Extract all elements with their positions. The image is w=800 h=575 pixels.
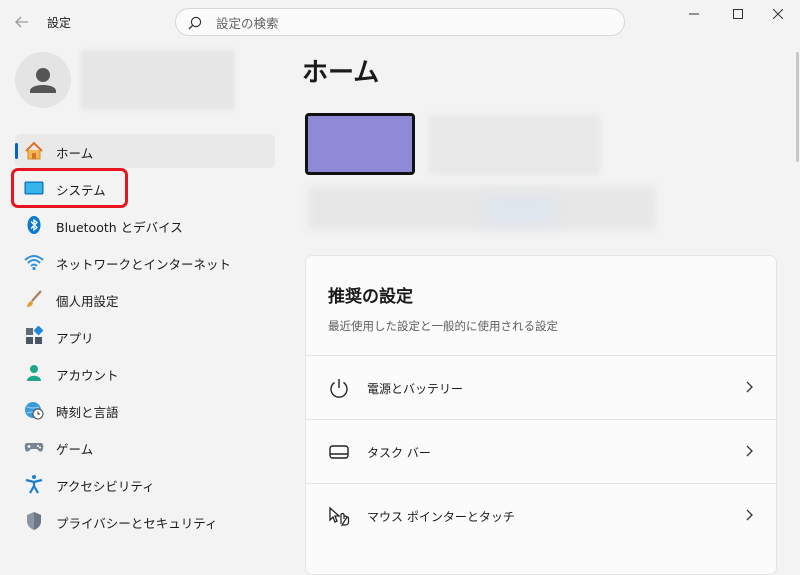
setting-row-mouse-pointer[interactable]: マウス ポインターとタッチ [306,483,776,547]
sidebar-item-label: ネットワークとインターネット [56,257,232,272]
power-icon [330,379,348,398]
device-link-redacted [485,196,555,224]
sidebar-item-time-language[interactable]: 時刻と言語 [15,393,275,427]
sidebar-item-label: 個人用設定 [56,294,119,309]
setting-row-power[interactable]: 電源とバッテリー [306,355,776,419]
back-button[interactable] [11,12,33,32]
close-icon [773,9,783,19]
sidebar-item-label: アプリ [56,331,94,346]
account-icon [27,365,41,381]
globe-clock-icon [25,402,44,420]
setting-row-label: 電源とバッテリー [367,382,464,396]
gamepad-icon [24,443,44,452]
sidebar-item-home[interactable]: ホーム [15,134,275,168]
recommended-settings-card: 推奨の設定 最近使用した設定と一般的に使用される設定 電源とバッテリー タスク … [305,255,777,575]
brush-icon [27,290,42,307]
home-icon [25,141,43,160]
device-details-redacted [308,186,655,230]
sidebar-item-label: ゲーム [56,442,94,457]
maximize-icon [733,9,743,19]
sidebar-item-label: ホーム [56,146,94,161]
sidebar-item-accounts[interactable]: アカウント [15,356,275,390]
highlight-annotation [11,168,128,208]
sidebar-item-gaming[interactable]: ゲーム [15,430,275,464]
search-box[interactable] [175,8,625,36]
chevron-right-icon [746,509,753,521]
device-info-redacted [428,115,600,175]
pointer-touch-icon [329,506,350,526]
title-bar: 設定 [0,0,800,44]
sidebar-item-label: Bluetooth とデバイス [56,220,183,235]
shield-icon [27,512,41,530]
apps-icon [26,326,44,344]
person-icon [30,68,56,93]
maximize-button[interactable] [716,4,760,24]
sidebar-item-personalization[interactable]: 個人用設定 [15,282,275,316]
taskbar-icon [329,445,349,459]
scrollbar[interactable] [796,52,799,162]
sidebar-item-bluetooth[interactable]: Bluetooth とデバイス [15,208,275,242]
sidebar-item-privacy[interactable]: プライバシーとセキュリティ [15,504,275,538]
page-title: ホーム [302,58,380,88]
setting-row-taskbar[interactable]: タスク バー [306,419,776,483]
sidebar-item-label: アクセシビリティ [56,479,155,494]
device-image [305,113,415,175]
wifi-icon [24,255,44,271]
minimize-button[interactable] [672,4,716,24]
avatar[interactable] [15,52,71,108]
chevron-right-icon [746,445,753,457]
chevron-right-icon [746,381,753,393]
minimize-icon [689,13,699,15]
active-indicator [15,143,18,159]
card-subtitle: 最近使用した設定と一般的に使用される設定 [328,319,558,333]
sidebar-item-label: 時刻と言語 [56,405,119,420]
profile-info-redacted [80,50,235,110]
setting-row-label: タスク バー [367,446,431,460]
close-button[interactable] [756,4,800,24]
sidebar-item-accessibility[interactable]: アクセシビリティ [15,467,275,501]
bluetooth-icon [27,216,41,234]
app-title: 設定 [47,16,72,30]
sidebar-item-apps[interactable]: アプリ [15,319,275,353]
setting-row-label: マウス ポインターとタッチ [367,510,515,524]
sidebar-item-network[interactable]: ネットワークとインターネット [15,245,275,279]
arrow-left-icon [15,16,28,28]
card-title: 推奨の設定 [328,287,413,307]
search-input[interactable] [214,13,618,33]
accessibility-icon [25,475,43,494]
sidebar-item-label: アカウント [56,368,119,383]
sidebar-item-label: プライバシーとセキュリティ [56,516,218,531]
search-icon [188,16,202,30]
